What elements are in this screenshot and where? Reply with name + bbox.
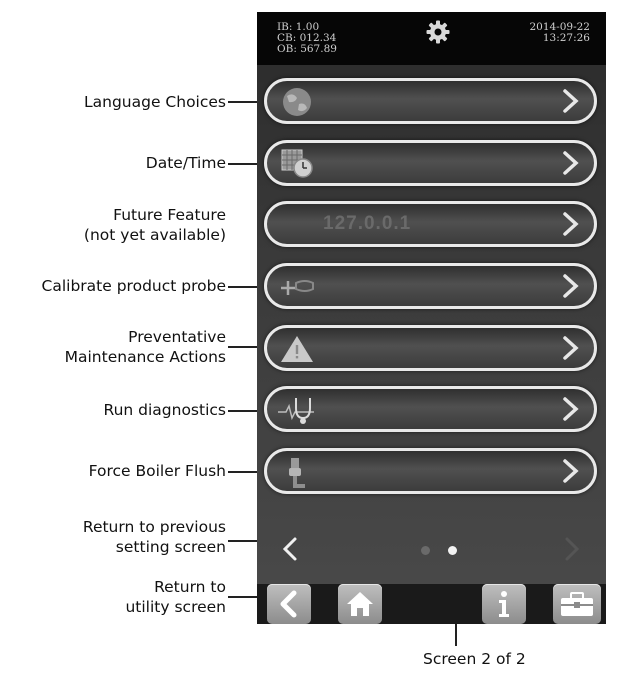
callout-future-line2: (not yet available) <box>83 226 226 244</box>
bottom-toolbar <box>257 584 606 624</box>
callout-diagnostics: Run diagnostics <box>103 401 227 419</box>
next-screen-chevron-icon <box>565 537 580 561</box>
previous-screen-chevron-icon[interactable] <box>277 535 305 563</box>
chevron-right-icon <box>563 151 579 175</box>
screen-count-label: Screen 2 of 2 <box>423 650 526 668</box>
callout-boiler: Force Boiler Flush <box>88 462 226 480</box>
force-boiler-flush-button[interactable] <box>264 448 597 494</box>
callout-previous: Return to previous setting screen <box>83 517 226 557</box>
device-screen: IB: 1.00 CB: 012.34 OB: 567.89 2014-09-2… <box>257 12 606 624</box>
page-dot-2-active <box>448 546 457 555</box>
chevron-right-icon <box>563 89 579 113</box>
status-time: 13:27:26 <box>542 32 590 44</box>
back-icon <box>280 590 297 618</box>
callout-calibrate: Calibrate product probe <box>41 277 226 295</box>
callout-maintenance: Preventative Maintenance Actions <box>65 327 226 367</box>
info-icon <box>499 591 509 617</box>
status-ob: OB: 567.89 <box>277 43 337 55</box>
ip-address-text: 127.0.0.1 <box>323 213 412 234</box>
chevron-right-icon <box>563 336 579 360</box>
chevron-right-icon <box>563 212 579 236</box>
page-indicator <box>257 528 606 568</box>
info-button[interactable] <box>482 584 526 624</box>
warning-icon <box>281 336 313 362</box>
run-diagnostics-button[interactable] <box>264 386 597 432</box>
home-icon <box>347 592 373 616</box>
toolbox-icon <box>561 592 593 616</box>
callout-datetime: Date/Time <box>145 154 226 172</box>
callout-maint-line2: Maintenance Actions <box>64 348 226 366</box>
callout-utility-line2: utility screen <box>125 598 226 616</box>
page-dot-1 <box>421 546 430 555</box>
calendar-clock-icon <box>281 149 313 178</box>
callout-future: Future Feature (not yet available) <box>84 205 226 245</box>
valve-icon <box>289 458 305 488</box>
calibrate-probe-button[interactable] <box>264 263 597 309</box>
stethoscope-icon <box>278 398 314 424</box>
callout-utility-line1: Return to <box>154 578 226 596</box>
language-choices-button[interactable] <box>264 78 597 124</box>
callout-prev-line1: Return to previous <box>82 518 226 536</box>
gear-icon[interactable] <box>426 20 450 44</box>
callout-future-line1: Future Feature <box>113 206 226 224</box>
callout-utility: Return to utility screen <box>125 577 226 617</box>
chevron-right-icon <box>563 397 579 421</box>
chevron-right-icon <box>563 459 579 483</box>
chevron-right-icon <box>563 274 579 298</box>
maintenance-actions-button[interactable] <box>264 325 597 371</box>
globe-icon <box>283 88 311 116</box>
date-time-button[interactable] <box>264 140 597 186</box>
back-button[interactable] <box>267 584 311 624</box>
status-bar: IB: 1.00 CB: 012.34 OB: 567.89 2014-09-2… <box>257 12 606 65</box>
probe-icon <box>281 280 314 295</box>
callout-maint-line1: Preventative <box>128 328 226 346</box>
callout-prev-line2: setting screen <box>115 538 226 556</box>
callout-language: Language Choices <box>84 93 226 111</box>
future-feature-button[interactable]: 127.0.0.1 <box>264 201 597 247</box>
home-button[interactable] <box>338 584 382 624</box>
toolbox-button[interactable] <box>553 584 601 624</box>
